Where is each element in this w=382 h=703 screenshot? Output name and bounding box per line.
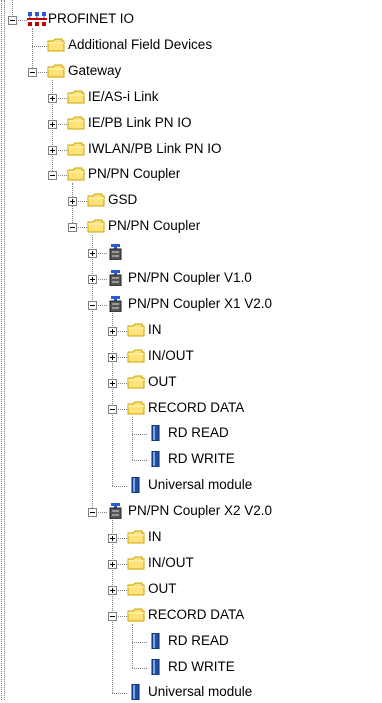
expand-icon[interactable] [108, 353, 117, 362]
tree-item-label[interactable]: IN [148, 322, 162, 338]
tree-item-label[interactable]: RD WRITE [168, 451, 235, 467]
tree-item-label[interactable]: Additional Field Devices [68, 37, 212, 53]
module-icon [147, 658, 165, 676]
device-icon [107, 503, 125, 520]
tree-branch-line [132, 460, 147, 461]
expand-icon[interactable] [48, 146, 57, 155]
tree-item-label[interactable]: OUT [148, 374, 177, 390]
device-icon [107, 270, 125, 287]
tree-branch-line [132, 434, 147, 435]
tree-branch-line [112, 520, 113, 693]
tree-item-label[interactable]: Gateway [68, 63, 121, 79]
tree-branch-line [132, 624, 133, 668]
folder-icon [47, 37, 65, 53]
tree-item-label[interactable]: RD READ [168, 425, 229, 441]
tree-item-label[interactable]: GSD [108, 192, 137, 208]
tree-item-label[interactable]: PN/PN Coupler V1.0 [128, 270, 252, 286]
tree-item-label[interactable]: PN/PN Coupler X1 V2.0 [128, 296, 272, 312]
folder-icon [127, 400, 145, 416]
tree-item-label[interactable]: IN/OUT [148, 555, 194, 571]
expand-icon[interactable] [108, 560, 117, 569]
folder-icon [127, 529, 145, 545]
tree-branch-line [132, 417, 133, 460]
left-border-line-2 [4, 0, 5, 700]
folder-icon [87, 218, 105, 234]
folder-icon [87, 192, 105, 208]
tree-branch-line [112, 693, 127, 694]
folder-icon [47, 63, 65, 79]
expand-icon[interactable] [108, 379, 117, 388]
tree-item-label[interactable]: IWLAN/PB Link PN IO [88, 141, 222, 157]
module-icon [127, 476, 145, 494]
folder-icon [127, 374, 145, 390]
root-connector-line [12, 0, 13, 15]
tree-item-label[interactable]: IN [148, 529, 162, 545]
tree-item-label[interactable]: IN/OUT [148, 348, 194, 364]
module-icon [147, 632, 165, 650]
tree-branch-line [112, 313, 113, 486]
folder-icon [127, 581, 145, 597]
module-icon [147, 424, 165, 442]
tree-item-label[interactable]: Universal module [148, 477, 252, 493]
tree-branch-line [32, 28, 33, 72]
tree-item-label[interactable]: PN/PN Coupler X2 V2.0 [128, 503, 272, 519]
collapse-icon[interactable] [28, 68, 37, 77]
tree-item-label[interactable]: RD READ [168, 633, 229, 649]
collapse-icon[interactable] [68, 223, 77, 232]
expand-icon[interactable] [48, 120, 57, 129]
folder-icon [67, 166, 85, 182]
collapse-icon[interactable] [88, 508, 97, 517]
collapse-icon[interactable] [108, 405, 117, 414]
catalog-tree: PROFINET IO Additional Field Devices Gatew… [0, 0, 382, 701]
tree-item-label[interactable]: OUT [148, 581, 177, 597]
folder-icon [127, 555, 145, 571]
tree-item-label[interactable]: RD WRITE [168, 659, 235, 675]
expand-icon[interactable] [108, 534, 117, 543]
tree-item-label[interactable]: RECORD DATA [148, 607, 244, 623]
folder-icon [67, 89, 85, 105]
expand-icon[interactable] [48, 94, 57, 103]
collapse-icon[interactable] [48, 171, 57, 180]
folder-icon [127, 607, 145, 623]
tree-branch-line [132, 668, 147, 669]
folder-icon [67, 115, 85, 131]
left-border-line [1, 0, 2, 700]
expand-icon[interactable] [88, 249, 97, 258]
module-icon [127, 683, 145, 701]
tree-item-label[interactable]: PROFINET IO [48, 11, 134, 27]
expand-icon[interactable] [108, 586, 117, 595]
tree-item-label[interactable]: IE/AS-i Link [88, 89, 159, 105]
collapse-icon[interactable] [8, 16, 17, 25]
tree-item-label[interactable]: RECORD DATA [148, 400, 244, 416]
network-icon [27, 11, 47, 27]
tree-branch-line [132, 642, 147, 643]
expand-icon[interactable] [68, 197, 77, 206]
collapse-icon[interactable] [108, 612, 117, 621]
expand-icon[interactable] [108, 327, 117, 336]
collapse-icon[interactable] [88, 301, 97, 310]
folder-icon [127, 348, 145, 364]
expand-icon[interactable] [88, 275, 97, 284]
tree-item-label[interactable]: Universal module [148, 684, 252, 700]
tree-branch-line [112, 486, 127, 487]
tree-item-label[interactable]: PN/PN Coupler [88, 166, 180, 182]
folder-icon [127, 322, 145, 338]
device-icon [107, 244, 125, 261]
device-icon [107, 296, 125, 313]
tree-item-label[interactable]: IE/PB Link PN IO [88, 115, 192, 131]
tree-branch-line [32, 46, 47, 47]
folder-icon [67, 141, 85, 157]
module-icon [147, 450, 165, 468]
tree-item-label[interactable]: PN/PN Coupler [108, 218, 200, 234]
